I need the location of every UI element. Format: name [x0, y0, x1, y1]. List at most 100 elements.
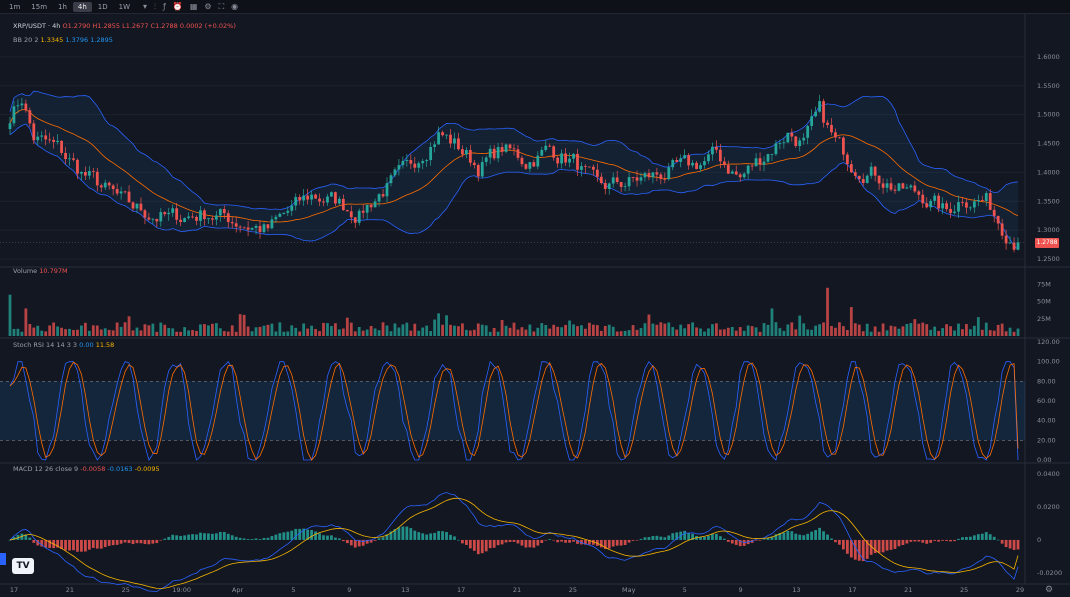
- timeframe-1w[interactable]: 1W: [114, 2, 135, 12]
- volume-bar: [421, 327, 425, 336]
- indicators-icon[interactable]: ƒ: [163, 2, 166, 11]
- volume-name[interactable]: Volume: [13, 267, 37, 275]
- candle: [87, 171, 91, 176]
- candle: [115, 189, 119, 194]
- candle: [715, 146, 718, 150]
- macd-histogram-bar: [921, 539, 925, 543]
- volume-bar: [750, 326, 754, 336]
- macd-name[interactable]: MACD 12 26 close 9: [13, 465, 78, 473]
- timeframe-1h[interactable]: 1h: [53, 2, 72, 12]
- candle: [659, 174, 663, 180]
- macd-histogram-bar: [905, 539, 909, 544]
- macd-histogram-bar: [453, 536, 456, 540]
- volume-bar: [619, 331, 623, 336]
- timeframe-15m[interactable]: 15m: [26, 2, 52, 12]
- volume-bar: [147, 325, 151, 336]
- macd-histogram-bar: [996, 539, 1000, 541]
- macd-histogram-bar: [468, 539, 472, 549]
- volume-bar: [441, 324, 444, 336]
- volume-bar: [540, 323, 544, 336]
- volume-bar: [326, 323, 329, 336]
- candle: [734, 171, 738, 175]
- scroll-left-button[interactable]: [0, 553, 6, 565]
- candle: [159, 212, 163, 222]
- stoch-axis-label: 80.00: [1037, 377, 1056, 385]
- volume-bar: [623, 330, 627, 336]
- macd-histogram-bar: [988, 534, 992, 540]
- volume-bar: [671, 327, 675, 336]
- volume-bar: [556, 326, 560, 336]
- candle: [976, 200, 980, 202]
- volume-bar: [472, 329, 476, 336]
- volume-bar: [758, 331, 762, 336]
- macd-histogram-bar: [722, 538, 726, 540]
- candle: [468, 149, 472, 163]
- gear-icon[interactable]: ⚙: [204, 2, 211, 11]
- camera-icon[interactable]: ◉: [231, 2, 238, 11]
- macd-histogram-bar: [449, 534, 452, 540]
- chevron-down-icon[interactable]: ▾: [143, 2, 147, 11]
- macd-histogram-bar: [536, 539, 540, 546]
- macd-axis-label: 0: [1037, 536, 1041, 544]
- candle: [933, 195, 937, 201]
- stoch-name[interactable]: Stoch RSI 14 14 3 3: [13, 341, 77, 349]
- candle: [341, 198, 345, 211]
- candle: [766, 154, 770, 162]
- candle: [1000, 223, 1004, 236]
- volume-bar: [726, 327, 730, 336]
- tradingview-logo[interactable]: TV: [12, 558, 34, 574]
- candle: [353, 217, 357, 223]
- volume-bar: [770, 308, 774, 336]
- volume-value: 10.797M: [39, 267, 68, 275]
- candle: [171, 208, 175, 213]
- candle: [512, 148, 516, 150]
- volume-bar: [135, 327, 139, 336]
- macd-histogram-bar: [103, 539, 107, 548]
- macd-histogram-bar: [476, 539, 480, 555]
- candle: [560, 153, 564, 164]
- macd-histogram-bar: [913, 539, 917, 542]
- timeframe-4h[interactable]: 4h: [72, 1, 92, 12]
- volume-bar: [254, 327, 258, 336]
- candle: [437, 132, 440, 145]
- volume-bar: [889, 325, 893, 336]
- candle: [246, 227, 250, 230]
- candle: [623, 186, 627, 188]
- macd-histogram-bar: [445, 531, 448, 540]
- price-axis-label: 1.4000: [1037, 168, 1060, 176]
- timeframe-1m[interactable]: 1m: [4, 2, 25, 12]
- candles-icon[interactable]: ⫶: [154, 2, 156, 12]
- bb-name[interactable]: BB 20 2: [13, 36, 38, 44]
- symbol-label[interactable]: XRP/USDT · 4h: [13, 22, 60, 30]
- stoch-axis-label: 120.00: [1037, 338, 1060, 346]
- fullscreen-icon[interactable]: ⛶: [219, 2, 225, 12]
- macd-histogram-bar: [28, 537, 32, 540]
- candle: [770, 154, 774, 155]
- volume-bar: [409, 330, 413, 336]
- macd-histogram-bar: [199, 532, 202, 540]
- candle: [568, 158, 571, 163]
- volume-bar: [707, 328, 710, 336]
- volume-bar: [179, 331, 183, 336]
- chart-canvas[interactable]: 1.6000 1.5500 1.5000 1.4500 1.4000 1.3500 1.30…: [0, 14, 1070, 597]
- candle: [861, 179, 865, 184]
- macd-histogram-bar: [91, 539, 95, 548]
- volume-bar: [667, 322, 671, 336]
- macd-histogram-bar: [786, 530, 790, 540]
- candle: [103, 182, 107, 188]
- candle: [60, 140, 63, 153]
- macd-histogram-bar: [381, 537, 385, 540]
- timeframe-1d[interactable]: 1D: [93, 2, 113, 12]
- layout-icon[interactable]: ▦: [190, 2, 198, 11]
- candle: [1008, 242, 1012, 244]
- gear-icon[interactable]: ⚙: [1045, 585, 1053, 595]
- candle: [298, 197, 302, 201]
- macd-histogram-bar: [651, 536, 655, 540]
- candle: [754, 158, 758, 167]
- volume-bar: [302, 323, 306, 336]
- macd-histogram-bar: [345, 539, 349, 544]
- candle: [385, 183, 389, 197]
- alert-icon[interactable]: ⏰: [173, 2, 183, 11]
- macd-histogram-bar: [210, 533, 214, 540]
- macd-histogram-bar: [258, 539, 262, 540]
